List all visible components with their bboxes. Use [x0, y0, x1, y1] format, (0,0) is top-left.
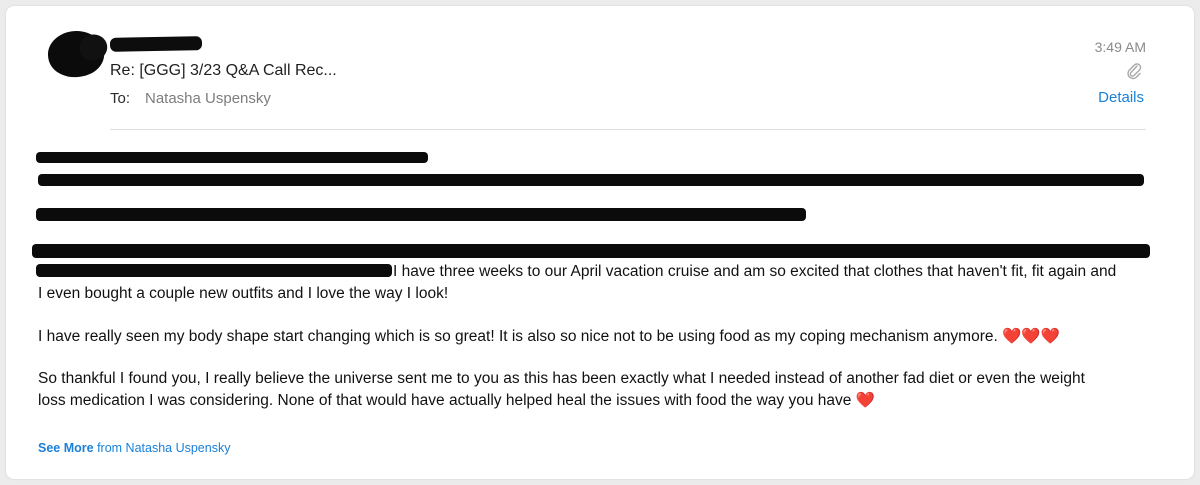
see-more-sender[interactable]: from Natasha Uspensky	[97, 441, 230, 455]
message-text: I have really seen my body shape start c…	[38, 328, 998, 345]
avatar	[45, 27, 107, 81]
message-paragraph: I have really seen my body shape start c…	[38, 326, 1060, 348]
email-subject: Re: [GGG] 3/23 Q&A Call Rec...	[110, 62, 337, 79]
paperclip-icon[interactable]	[1126, 62, 1142, 80]
redacted-text	[36, 264, 392, 277]
details-link[interactable]: Details	[1098, 89, 1144, 106]
redacted-text	[32, 244, 1150, 258]
to-label: To:	[110, 90, 131, 107]
message-text: loss medication I was considering. None …	[38, 392, 852, 409]
see-more-label[interactable]: See More	[38, 441, 94, 455]
redacted-text	[36, 208, 806, 221]
message-line: I have three weeks to our April vacation…	[393, 263, 1117, 280]
sender-redacted	[109, 36, 203, 52]
recipient-name[interactable]: Natasha Uspensky	[145, 90, 271, 107]
message-line: So thankful I found you, I really believ…	[38, 370, 1085, 387]
email-card: Re: [GGG] 3/23 Q&A Call Rec... To: Natas…	[6, 6, 1194, 479]
redacted-text	[38, 174, 1144, 186]
header-divider	[110, 129, 1146, 130]
heart-icon: ❤️	[855, 392, 875, 409]
message-line: I even bought a couple new outfits and I…	[38, 285, 449, 302]
redacted-text	[36, 152, 428, 163]
timestamp: 3:49 AM	[1094, 39, 1146, 55]
message-line: loss medication I was considering. None …	[38, 390, 875, 412]
heart-icon: ❤️❤️❤️	[1002, 328, 1061, 345]
see-more-link[interactable]: See More from Natasha Uspensky	[38, 441, 230, 455]
